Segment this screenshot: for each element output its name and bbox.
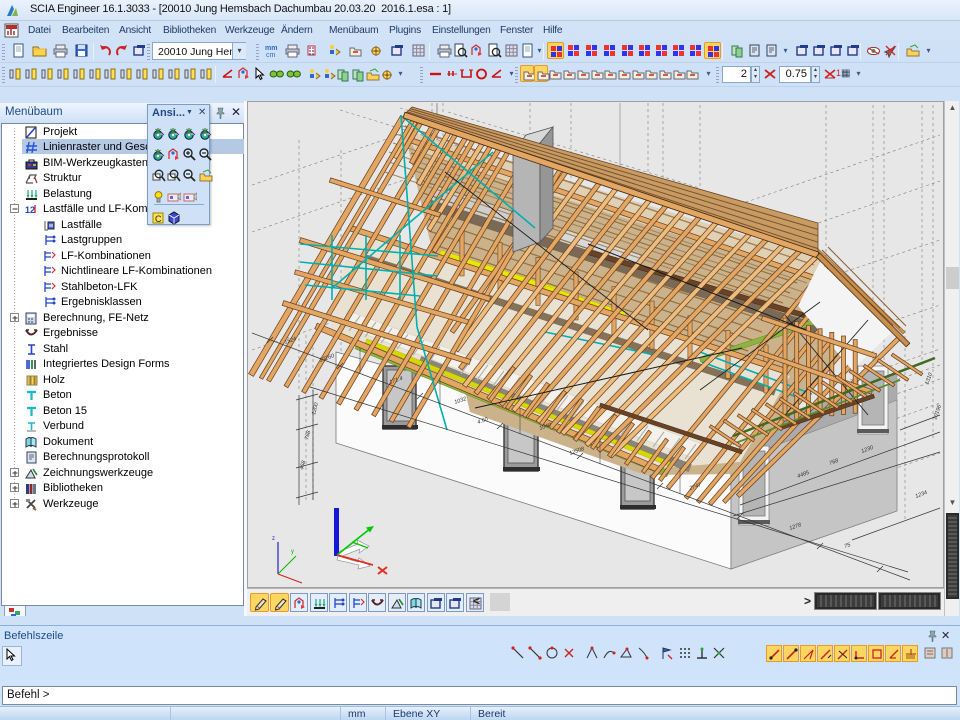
svg-text:z: z	[272, 536, 275, 542]
svg-text:y: y	[291, 549, 294, 555]
